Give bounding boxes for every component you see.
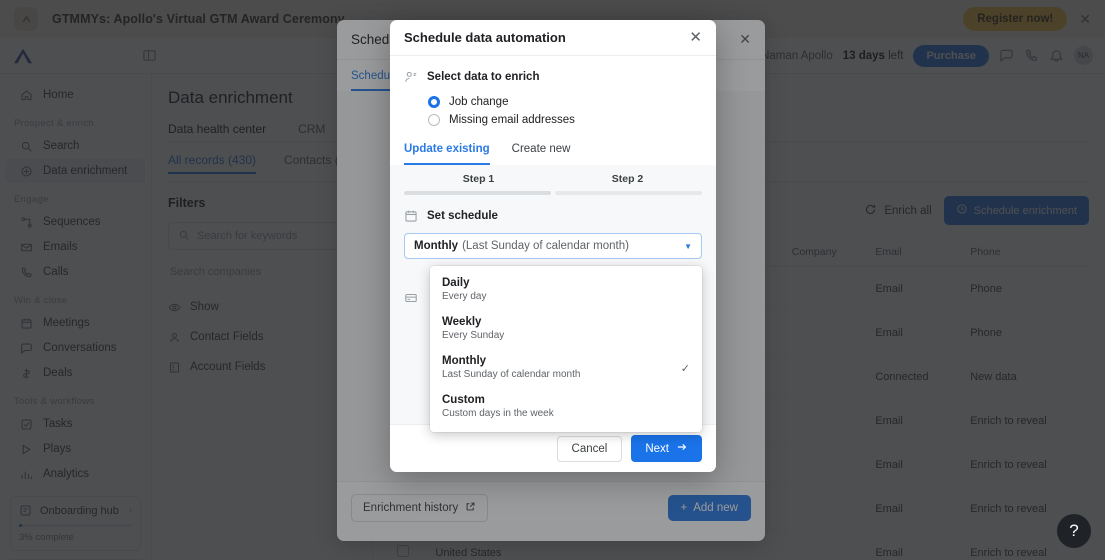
radio-option-job-change[interactable]: Job change xyxy=(404,93,702,111)
dropdown-option-monthly[interactable]: Monthly Last Sunday of calendar month ✓ xyxy=(430,349,702,388)
dropdown-option-subtitle: Every Sunday xyxy=(442,330,505,341)
next-label: Next xyxy=(645,442,669,455)
screen: GTMMYs: Apollo's Virtual GTM Award Cerem… xyxy=(0,0,1105,560)
dropdown-option-weekly[interactable]: Weekly Every Sunday xyxy=(430,310,702,349)
dropdown-option-title: Monthly xyxy=(442,355,487,367)
radio-label: Missing email addresses xyxy=(449,114,575,126)
help-button[interactable]: ? xyxy=(1057,514,1091,548)
dialog-title: Schedule data automation xyxy=(404,30,566,45)
calendar-icon xyxy=(404,209,418,223)
dropdown-option-title: Custom xyxy=(442,394,485,406)
dropdown-option-subtitle: Every day xyxy=(442,291,487,302)
checkmark-icon: ✓ xyxy=(680,362,690,375)
radio-label: Job change xyxy=(449,96,509,108)
schedule-data-automation-dialog: Schedule data automation ✕ Select data t… xyxy=(390,20,716,472)
card-icon xyxy=(404,291,418,305)
selected-frequency-hint: (Last Sunday of calendar month) xyxy=(462,240,629,252)
step-progress: Step 1 Step 2 xyxy=(390,165,716,195)
dropdown-option-texts: Custom Custom days in the week xyxy=(442,393,690,421)
radio-option-missing-emails[interactable]: Missing email addresses xyxy=(404,111,702,129)
arrow-right-icon xyxy=(676,441,688,456)
select-data-label: Select data to enrich xyxy=(427,71,540,83)
person-gear-icon xyxy=(404,70,418,84)
dropdown-option-texts: Daily Every day xyxy=(442,276,690,304)
frequency-dropdown-menu[interactable]: Daily Every day Weekly Every Sunday Monthly L… xyxy=(430,266,702,432)
set-schedule-label: Set schedule xyxy=(427,210,498,222)
step-2-label: Step 2 xyxy=(611,173,644,185)
schedule-frequency-select[interactable]: Monthly (Last Sunday of calendar month) … xyxy=(404,233,702,259)
step-1-label: Step 1 xyxy=(462,173,495,185)
dropdown-option-texts: Weekly Every Sunday xyxy=(442,315,690,343)
selected-frequency: Monthly xyxy=(414,240,459,252)
tab-create-new[interactable]: Create new xyxy=(512,143,571,165)
dropdown-option-custom[interactable]: Custom Custom days in the week xyxy=(430,388,702,427)
tab-update-existing[interactable]: Update existing xyxy=(404,143,490,165)
dialog-header: Schedule data automation ✕ xyxy=(390,20,716,56)
chevron-down-icon: ▼ xyxy=(684,241,692,251)
schedule-body: Set schedule Monthly (Last Sunday of cal… xyxy=(390,195,716,432)
dropdown-option-subtitle: Last Sunday of calendar month xyxy=(442,369,581,380)
dropdown-option-subtitle: Custom days in the week xyxy=(442,408,554,419)
dropdown-option-title: Daily xyxy=(442,277,470,289)
cancel-button[interactable]: Cancel xyxy=(556,435,623,462)
radio-indicator xyxy=(428,96,440,108)
dropdown-option-texts: Monthly Last Sunday of calendar month xyxy=(442,354,681,382)
close-icon[interactable]: ✕ xyxy=(689,30,702,45)
dropdown-option-title: Weekly xyxy=(442,316,482,328)
dropdown-option-daily[interactable]: Daily Every day xyxy=(430,271,702,310)
select-data-section: Select data to enrich Job change Missing… xyxy=(390,56,716,129)
mode-tabs: Update existing Create new xyxy=(390,129,716,165)
next-button[interactable]: Next xyxy=(631,435,702,462)
radio-indicator xyxy=(428,114,440,126)
